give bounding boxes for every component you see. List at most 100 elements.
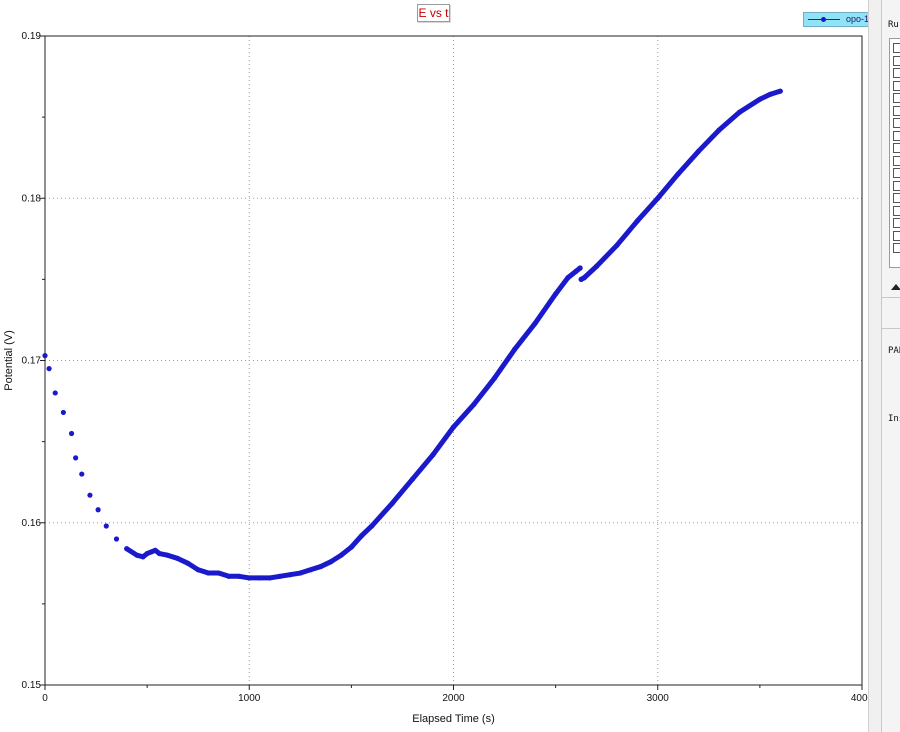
data-point <box>287 572 293 578</box>
x-tick-label: 0 <box>42 693 48 704</box>
x-tick-label: 4000 <box>851 693 868 704</box>
data-point <box>236 573 242 579</box>
data-point <box>338 552 344 558</box>
data-point <box>185 560 191 566</box>
data-point <box>134 552 140 558</box>
splitter-arrow-icon[interactable] <box>891 284 900 290</box>
data-point <box>471 401 477 407</box>
data-point <box>156 550 162 557</box>
legend-swatch-marker <box>821 17 826 22</box>
data-point <box>430 452 436 458</box>
data-point <box>205 570 211 576</box>
data-point <box>328 559 334 565</box>
data-point <box>593 263 600 269</box>
data-point <box>634 218 640 224</box>
data-point <box>87 492 93 498</box>
run-checkbox[interactable] <box>893 43 900 53</box>
data-point <box>577 265 583 271</box>
data-point <box>348 544 354 550</box>
run-checkbox[interactable] <box>893 180 900 191</box>
data-point <box>113 536 120 542</box>
panel-label-info: Ins <box>888 414 900 424</box>
run-checkbox[interactable] <box>893 80 900 91</box>
y-tick-label: 0.19 <box>22 31 42 42</box>
data-point <box>164 552 171 558</box>
data-point <box>675 171 681 177</box>
data-point <box>573 268 579 274</box>
data-point <box>103 523 109 529</box>
panel-divider <box>881 297 900 298</box>
data-point <box>277 573 283 579</box>
data-point <box>512 346 518 352</box>
data-point <box>46 366 52 372</box>
run-checkbox[interactable] <box>893 68 900 78</box>
panel-label-params: PAR <box>888 346 900 356</box>
chart: 0 1000 2000 3000 4000 0.15 0.16 0.17 0.18 0.19 Ela… <box>3 31 868 725</box>
panel-label-runs: Ru <box>888 20 899 30</box>
data-point <box>140 554 146 560</box>
run-checkbox[interactable] <box>893 205 900 216</box>
data-point <box>716 127 722 133</box>
run-checkbox[interactable] <box>893 105 900 116</box>
x-tick-label: 3000 <box>647 693 670 704</box>
data-point <box>553 291 559 297</box>
series-line <box>578 88 783 282</box>
data-point <box>389 500 395 506</box>
legend[interactable]: opo-1 <box>803 12 872 27</box>
data-point <box>60 409 66 416</box>
y-tick-label: 0.18 <box>22 193 42 204</box>
data-point <box>358 533 365 539</box>
x-tick-label: 1000 <box>238 693 261 704</box>
run-checkbox[interactable] <box>893 130 900 141</box>
data-point <box>614 242 620 248</box>
data-point <box>256 575 263 581</box>
data-point <box>369 523 375 529</box>
run-checkbox[interactable] <box>893 118 900 128</box>
data-point <box>696 148 702 154</box>
run-checkbox[interactable] <box>893 193 900 203</box>
data-point <box>124 546 130 552</box>
run-checkbox[interactable] <box>893 155 900 166</box>
data-point <box>267 575 273 581</box>
data-point <box>450 424 457 430</box>
data-point <box>318 563 324 570</box>
y-tick-label: 0.15 <box>22 680 42 691</box>
data-point <box>52 390 58 396</box>
y-tick-label: 0.17 <box>22 356 42 367</box>
run-checkbox[interactable] <box>893 143 900 153</box>
data-point <box>297 570 303 576</box>
data-point <box>246 575 252 581</box>
side-panel: Ru PAR Ins <box>868 0 900 732</box>
data-point <box>736 109 743 115</box>
run-checkbox[interactable] <box>893 230 900 241</box>
data-point <box>79 471 85 477</box>
series-line <box>124 265 583 581</box>
run-checkbox[interactable] <box>893 55 900 66</box>
y-tick-label: 0.16 <box>22 518 42 529</box>
x-tick-label: 2000 <box>442 693 465 704</box>
data-point <box>410 476 416 482</box>
data-point <box>565 275 571 281</box>
run-checkbox[interactable] <box>893 93 900 103</box>
data-point <box>532 320 538 326</box>
chart-title: E vs t <box>417 4 450 22</box>
run-checkbox[interactable] <box>893 168 900 178</box>
legend-label: opo-1 <box>846 14 870 24</box>
data-point <box>68 430 75 437</box>
plot-area: 0 1000 2000 3000 4000 0.15 0.16 0.17 0.18 0.19 Ela… <box>0 0 872 732</box>
data-point <box>767 91 773 98</box>
run-checkbox[interactable] <box>893 243 900 253</box>
panel-divider <box>881 328 900 329</box>
run-checkbox[interactable] <box>893 218 900 228</box>
data-point <box>42 353 48 359</box>
data-point <box>757 96 763 102</box>
data-point <box>655 195 661 201</box>
data-point <box>777 88 783 94</box>
data-point <box>152 547 158 553</box>
data-point <box>195 567 201 573</box>
data-point <box>491 375 497 381</box>
data-point <box>95 507 101 513</box>
x-axis-label: Elapsed Time (s) <box>412 713 495 725</box>
y-axis-label: Potential (V) <box>3 330 15 391</box>
data-point <box>73 455 79 461</box>
